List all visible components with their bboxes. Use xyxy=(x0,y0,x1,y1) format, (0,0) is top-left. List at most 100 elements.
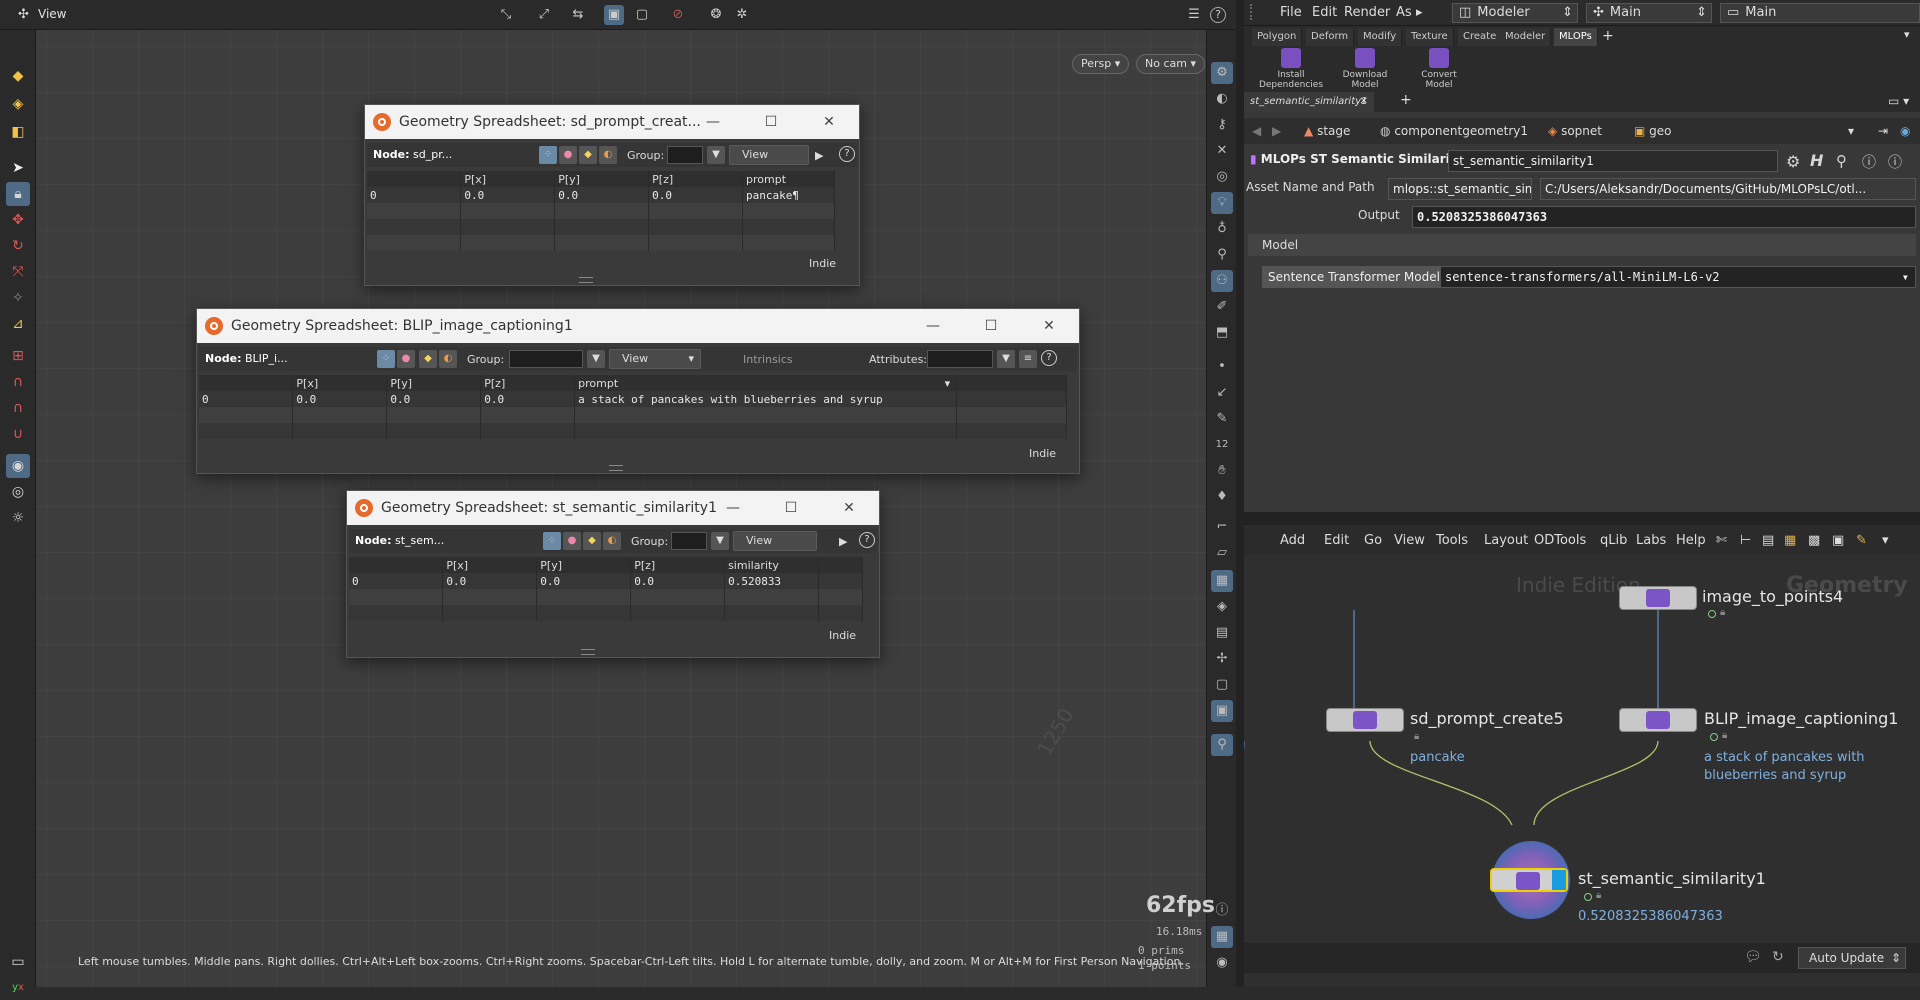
group-field[interactable] xyxy=(509,350,583,368)
table-cell[interactable]: 0.520833 xyxy=(724,573,820,589)
close-icon[interactable]: ✕ xyxy=(837,497,861,519)
viewport-options-icon[interactable]: ☰ xyxy=(1184,5,1204,25)
close-icon[interactable]: ✕ xyxy=(817,111,841,133)
close-tab-icon[interactable]: ✕ xyxy=(1360,92,1368,112)
group-field[interactable] xyxy=(671,532,707,550)
column-header[interactable] xyxy=(367,171,462,187)
node-st-semantic-similarity1[interactable] xyxy=(1490,868,1568,892)
main-select[interactable]: ✣ Main ⇕ xyxy=(1586,3,1712,23)
node-label[interactable]: sd_prompt_create5 xyxy=(1410,709,1564,728)
view-dropdown[interactable]: View ▾ xyxy=(609,349,701,369)
chat-icon[interactable]: 💬︎ xyxy=(1744,949,1762,965)
help-icon[interactable]: ⓘ xyxy=(1888,152,1902,172)
maximize-icon[interactable]: ☐ xyxy=(759,111,783,133)
close-icon[interactable]: ✕ xyxy=(1037,315,1061,337)
image-icon[interactable]: ▤ xyxy=(1211,622,1233,644)
model-field[interactable]: sentence-transformers/all-MiniLM-L6-v2 ▾ xyxy=(1440,266,1916,288)
view-dropdown[interactable]: View xyxy=(729,145,809,165)
select-mode-icon[interactable]: ⤡ xyxy=(496,5,516,25)
pin-icon[interactable]: ⚲ xyxy=(1211,734,1233,756)
column-header[interactable] xyxy=(349,557,444,573)
eye-icon[interactable]: ◉ xyxy=(1211,952,1233,974)
template-icon[interactable]: ⚇ xyxy=(1211,270,1233,292)
table-cell[interactable]: 0 xyxy=(349,573,444,589)
render-region-icon[interactable]: ❂ xyxy=(706,5,726,25)
intrinsics-dropdown[interactable]: Intrinsics xyxy=(743,353,793,366)
display-options-button[interactable]: ⚙ xyxy=(1211,62,1233,84)
number-icon[interactable]: 12 xyxy=(1211,434,1233,456)
lock-icon[interactable]: 🔒︎ xyxy=(1414,731,1419,742)
node-label[interactable]: image_to_points4 xyxy=(1702,587,1843,606)
table-cell[interactable]: 0.0 xyxy=(648,187,744,203)
link-icon[interactable]: ◉ xyxy=(1900,121,1910,141)
shelf-tab-modeler[interactable]: Modeler xyxy=(1500,28,1552,46)
display-options-icon[interactable]: ▣ xyxy=(604,5,624,25)
camera-persp-button[interactable]: Persp ▾ xyxy=(1072,54,1130,74)
breadcrumb-sopnet[interactable]: ◈ sopnet xyxy=(1548,121,1602,141)
chevron-down-icon[interactable]: ▾ xyxy=(1902,267,1909,287)
resize-grip[interactable] xyxy=(581,649,595,655)
table-cell[interactable]: 0 xyxy=(367,187,462,203)
bulb-icon[interactable]: ♁ xyxy=(1211,218,1233,240)
table-cell[interactable]: 0.0 xyxy=(460,187,556,203)
pane-layout-icon[interactable]: ▭ ▾ xyxy=(1888,94,1909,108)
column-header[interactable]: prompt xyxy=(742,171,835,187)
snapshot-icon[interactable]: ✲ xyxy=(732,5,752,25)
column-header[interactable]: similarity xyxy=(724,557,820,573)
plane-icon[interactable]: ▱ xyxy=(1211,542,1233,564)
camera-icon[interactable]: ◉ xyxy=(6,454,30,478)
pane-splitter[interactable] xyxy=(1236,0,1244,987)
node-label[interactable]: st_semantic_similarity1 xyxy=(1578,869,1766,888)
back-icon[interactable]: ◀ xyxy=(1252,121,1261,141)
point-icon[interactable]: ⚲ xyxy=(1211,244,1233,266)
handle-icon[interactable]: ⇆ xyxy=(568,5,588,25)
layout-icon[interactable]: ▦ xyxy=(1211,926,1233,948)
window-titlebar[interactable]: Geometry Spreadsheet: st_semantic_simila… xyxy=(347,491,879,525)
frame-icon[interactable]: ▢ xyxy=(1211,674,1233,696)
vertices-mode-icon[interactable]: ● xyxy=(397,350,415,368)
table-cell[interactable]: 0 xyxy=(199,391,294,407)
menu-render[interactable]: Render xyxy=(1344,5,1390,20)
shelf-tab-deform[interactable]: Deform xyxy=(1306,28,1355,46)
table-cell[interactable]: 0.0 xyxy=(554,187,650,203)
more-menu-icon[interactable]: ▸ xyxy=(1416,5,1423,20)
ortho-grid-icon[interactable]: ◈ xyxy=(1211,596,1233,618)
asset-name-select[interactable]: mlops::st_semantic_sim... xyxy=(1388,178,1532,200)
column-header[interactable]: P[x] xyxy=(292,375,388,391)
pin-icon[interactable]: ⇥ xyxy=(1878,121,1888,141)
column-header[interactable]: P[y] xyxy=(386,375,482,391)
list-icon[interactable]: ≡ xyxy=(1019,350,1037,368)
detail-mode-icon[interactable]: ◐ xyxy=(603,532,621,550)
path-dropdown-icon[interactable]: ▾ xyxy=(1848,121,1854,141)
pointer-icon[interactable]: ➤ xyxy=(6,156,30,180)
minimize-icon[interactable]: — xyxy=(721,497,745,519)
lock-camera-icon[interactable]: ⚷ xyxy=(1211,114,1233,136)
points-mode-icon[interactable]: ⁘ xyxy=(377,350,395,368)
cam-icon[interactable]: ▭ xyxy=(6,950,30,974)
camera-view-icon[interactable]: ▣ xyxy=(1211,700,1233,722)
gear-icon[interactable]: ⚙ xyxy=(1786,152,1800,171)
select-tool-icon[interactable]: ◆ xyxy=(6,64,30,88)
output-field[interactable]: 0.5208325386047363 xyxy=(1412,206,1916,228)
table-cell[interactable]: a stack of pancakes with blueberries and… xyxy=(574,391,958,407)
minimize-icon[interactable]: — xyxy=(701,111,725,133)
table-cell[interactable]: 0.0 xyxy=(536,573,632,589)
add-tab-icon[interactable]: + xyxy=(1400,92,1412,108)
column-header[interactable]: P[x] xyxy=(442,557,538,573)
table-cell[interactable]: 0.0 xyxy=(386,391,482,407)
filter-icon[interactable]: ▼ xyxy=(707,146,725,164)
desktop-select[interactable]: ◫ Modeler ⇕ xyxy=(1452,3,1578,23)
points-select-icon[interactable]: ◈ xyxy=(6,92,30,116)
visibility-icon[interactable]: ◎ xyxy=(6,480,30,504)
prims-mode-icon[interactable]: ◆ xyxy=(419,350,437,368)
column-header[interactable]: P[y] xyxy=(554,171,650,187)
pen-icon[interactable]: ✎ xyxy=(1211,408,1233,430)
node-image-to-points4[interactable] xyxy=(1619,586,1697,610)
help-h-icon[interactable]: H xyxy=(1810,151,1823,170)
shelf-tab-texture[interactable]: Texture xyxy=(1406,28,1454,46)
lock-icon[interactable]: 🔒︎ xyxy=(1722,730,1727,741)
hand-icon[interactable]: ✋︎ xyxy=(1211,460,1233,482)
breadcrumb-geo[interactable]: ▣ geo xyxy=(1634,121,1672,141)
close-icon[interactable]: ✕ xyxy=(1211,140,1233,162)
node-label[interactable]: BLIP_image_captioning1 xyxy=(1704,709,1898,728)
